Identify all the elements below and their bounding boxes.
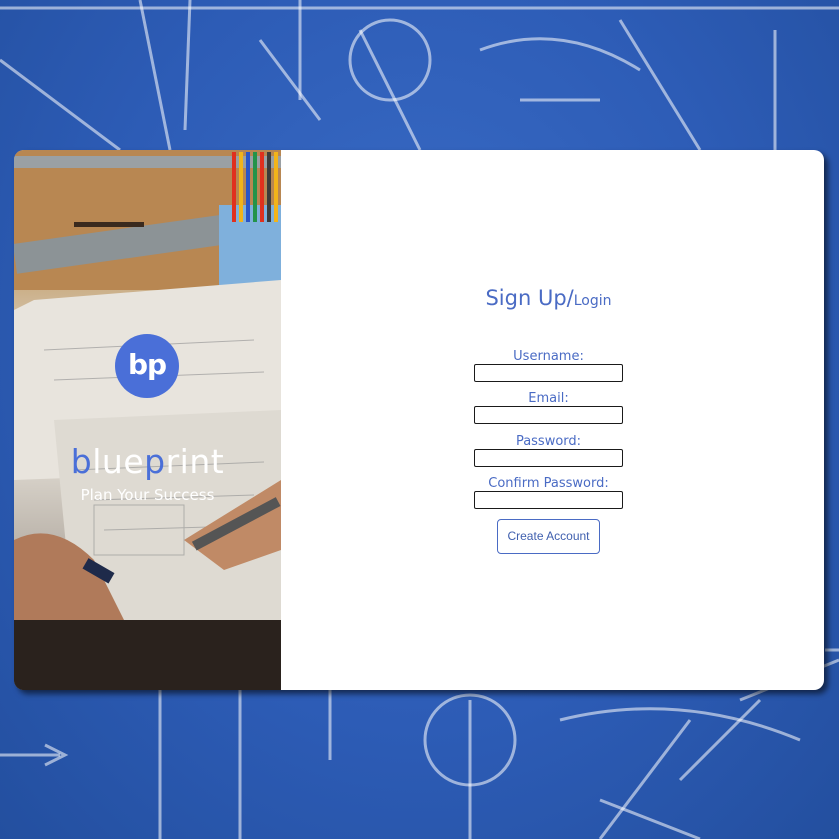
bp-logo: bp [115,334,179,398]
create-account-button[interactable]: Create Account [497,519,600,554]
username-label: Username: [513,349,584,364]
email-field: Email: [281,391,816,424]
signup-title: Sign Up/ [485,286,574,310]
wordmark-b: b [70,442,93,481]
login-link[interactable]: Login [574,293,612,309]
blueprint-wordmark: blueprint [14,442,281,481]
wordmark-rint: rint [165,442,225,481]
confirm-password-input[interactable] [474,491,623,509]
brand-panel: bp blueprint Plan Your Success [14,150,281,690]
username-field: Username: [281,349,816,382]
form-heading: Sign Up/Login [281,286,816,310]
wordmark-p: p [144,442,166,481]
email-label: Email: [528,391,569,406]
password-field: Password: [281,434,816,467]
email-input[interactable] [474,406,623,424]
username-input[interactable] [474,364,623,382]
confirm-password-field: Confirm Password: [281,476,816,509]
tagline: Plan Your Success [80,486,215,504]
signup-card: bp blueprint Plan Your Success Sign Up/L… [14,150,824,690]
confirm-password-label: Confirm Password: [488,476,609,491]
desk-photo-illustration [14,150,281,690]
wordmark-lue: lue [92,442,145,481]
password-label: Password: [515,434,582,449]
signup-form: Sign Up/Login Username: Email: Password:… [281,150,824,690]
password-input[interactable] [474,449,623,467]
